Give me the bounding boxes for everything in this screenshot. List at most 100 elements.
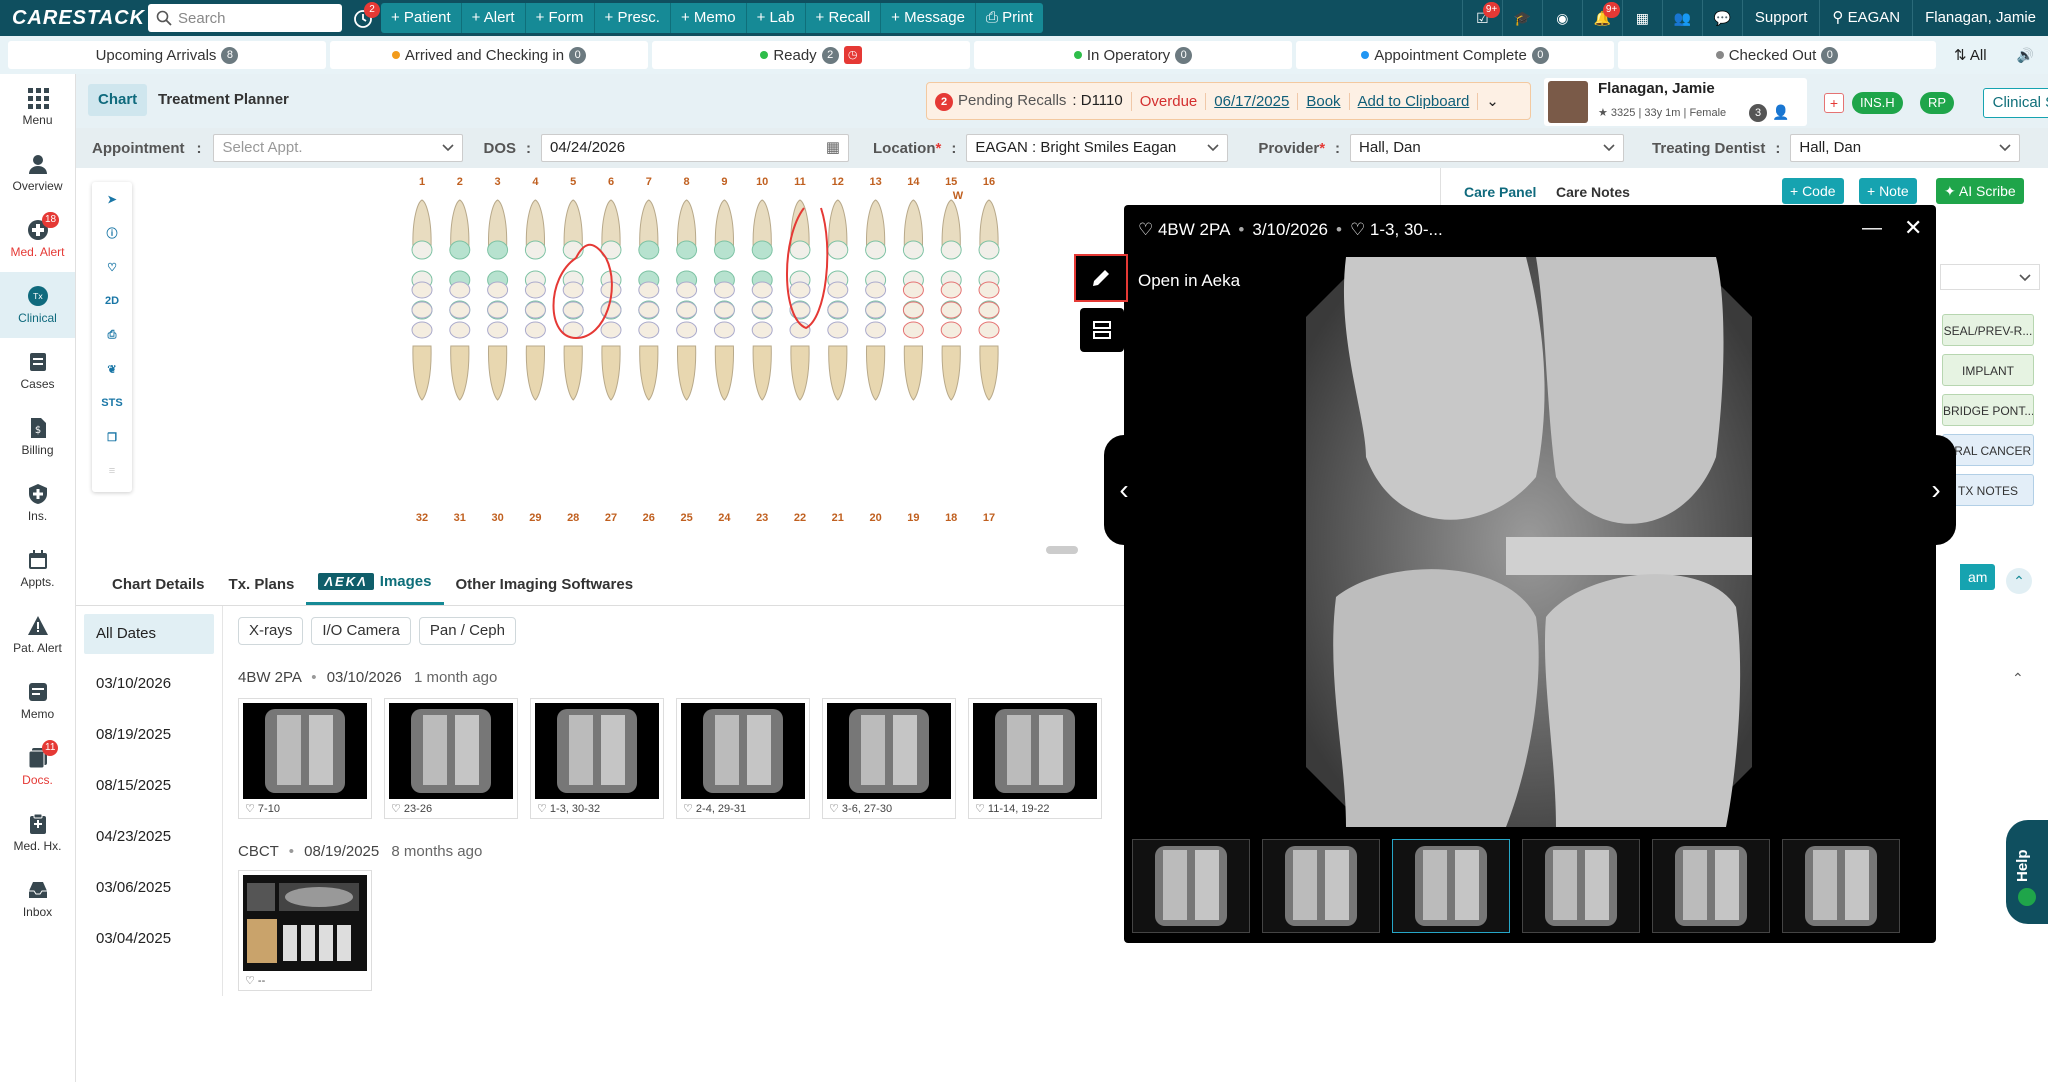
date-item[interactable]: 03/06/2025 (84, 862, 214, 913)
notifications-button[interactable]: 🔔 9+ (1581, 0, 1622, 36)
ai-scribe-button[interactable]: ✦ AI Scribe (1936, 178, 2024, 204)
lower-tooth[interactable] (940, 281, 962, 401)
status-checked-out[interactable]: Checked Out 0 (1618, 41, 1936, 69)
viewer-thumbnail[interactable] (1262, 839, 1380, 933)
viewer-thumbnail[interactable] (1652, 839, 1770, 933)
tab-care-panel[interactable]: Care Panel (1464, 184, 1536, 200)
viewer-thumbnail[interactable] (1782, 839, 1900, 933)
odontogram[interactable] (76, 168, 1124, 558)
education-button[interactable]: 🎓 (1501, 0, 1542, 36)
image-thumbnail[interactable]: ♡ 1-3, 30-32 (530, 698, 664, 819)
upper-tooth[interactable] (449, 199, 471, 320)
tab-treatment-planner[interactable]: Treatment Planner (148, 84, 299, 116)
lower-tooth[interactable] (562, 281, 584, 401)
sidebar-item-clinical[interactable]: Tx Clinical (0, 272, 75, 338)
sidebar-item-billing[interactable]: $ Billing (0, 404, 75, 470)
filter-xrays[interactable]: X-rays (238, 617, 304, 645)
tab-aeka-images[interactable]: ΛΕΚΛ Images (306, 557, 444, 605)
location-select[interactable]: EAGAN : Bright Smiles Eagan (966, 134, 1229, 162)
upper-tooth[interactable] (487, 199, 509, 320)
ins-badge[interactable]: INS.H (1852, 92, 1903, 114)
sidebar-item-overview[interactable]: Overview (0, 140, 75, 206)
dos-date-input[interactable]: 04/24/2026 ▦ (541, 134, 849, 162)
clinical-summary-button[interactable]: Clinical Summary (1983, 88, 2048, 118)
calendar-button[interactable]: ▦ (1621, 0, 1662, 36)
close-icon[interactable]: ✕ (1904, 215, 1922, 241)
upper-tooth[interactable] (524, 199, 546, 320)
upper-tooth[interactable] (902, 199, 924, 320)
upper-tooth[interactable] (865, 199, 887, 320)
add-alert-button[interactable]: + Alert (462, 3, 526, 33)
sidebar-item-med-alert[interactable]: 18 Med. Alert (0, 206, 75, 272)
viewer-thumbnail[interactable] (1522, 839, 1640, 933)
open-in-aeka-label[interactable]: Open in Aeka (1138, 271, 1240, 291)
upper-tooth[interactable] (940, 199, 962, 320)
lower-tooth[interactable] (902, 281, 924, 401)
lower-tooth[interactable] (676, 281, 698, 401)
date-item[interactable]: 03/04/2025 (84, 913, 214, 964)
next-image-button[interactable]: › (1916, 435, 1956, 545)
expand-recalls-button[interactable]: ⌄ (1478, 92, 1507, 110)
lower-tooth[interactable] (789, 281, 811, 401)
lower-tooth[interactable] (713, 281, 735, 401)
image-thumbnail[interactable]: ♡ 2-4, 29-31 (676, 698, 810, 819)
status-appointment-complete[interactable]: Appointment Complete 0 (1296, 41, 1614, 69)
add-memo-button[interactable]: + Memo (671, 3, 747, 33)
family-icon[interactable]: 👤 (1772, 104, 1789, 121)
add-message-button[interactable]: + Message (881, 3, 976, 33)
status-upcoming-arrivals[interactable]: Upcoming Arrivals 8 (8, 41, 326, 69)
viewer-thumbnail[interactable] (1132, 839, 1250, 933)
patient-card[interactable]: Flanagan, Jamie ★ 3325 | 33y 1m | Female… (1544, 78, 1807, 126)
image-thumbnail[interactable]: ♡ -- (238, 870, 372, 991)
care-dropdown[interactable] (1940, 264, 2040, 290)
add-note-button[interactable]: + Note (1859, 178, 1917, 204)
tasks-button[interactable]: ☑ 9+ (1461, 0, 1502, 36)
filter-io-camera[interactable]: I/O Camera (311, 617, 411, 645)
status-in-operatory[interactable]: In Operatory 0 (974, 41, 1292, 69)
help-button[interactable]: Help (2006, 820, 2048, 924)
add-prescription-button[interactable]: + Presc. (595, 3, 671, 33)
viewer-thumbnail[interactable] (1392, 839, 1510, 933)
care-item-implant[interactable]: IMPLANT (1942, 354, 2034, 386)
collapse-button[interactable]: ⌃ (2006, 568, 2032, 594)
sidebar-item-pat-alert[interactable]: Pat. Alert (0, 602, 75, 668)
add-lab-button[interactable]: + Lab (747, 3, 806, 33)
upper-tooth[interactable] (978, 199, 1000, 320)
date-item-all[interactable]: All Dates (84, 614, 214, 654)
volume-button[interactable]: 🔊 (2017, 47, 2034, 64)
upper-tooth[interactable] (638, 199, 660, 320)
history-button[interactable]: 2 (352, 2, 380, 30)
lower-tooth[interactable] (751, 281, 773, 401)
provider-select[interactable]: Hall, Dan (1350, 134, 1625, 162)
tab-other-imaging[interactable]: Other Imaging Softwares (444, 557, 646, 605)
upper-tooth[interactable] (751, 199, 773, 320)
recall-date-link[interactable]: 06/17/2025 (1214, 93, 1289, 110)
care-item-bridge[interactable]: BRIDGE PONT... (1942, 394, 2034, 426)
lower-tooth[interactable] (827, 281, 849, 401)
upper-tooth[interactable] (789, 199, 811, 320)
upper-tooth[interactable] (713, 199, 735, 320)
add-code-button[interactable]: + Code (1782, 178, 1844, 204)
lower-tooth[interactable] (411, 281, 433, 401)
sidebar-item-insurance[interactable]: Ins. (0, 470, 75, 536)
image-thumbnail[interactable]: ♡ 23-26 (384, 698, 518, 819)
print-button[interactable]: ⎙ Print (976, 3, 1043, 33)
care-item-seal[interactable]: SEAL/PREV-R... (1942, 314, 2034, 346)
tab-chart[interactable]: Chart (88, 84, 148, 116)
book-link[interactable]: Book (1306, 93, 1340, 110)
lower-tooth[interactable] (865, 281, 887, 401)
image-thumbnail[interactable]: ♡ 3-6, 27-30 (822, 698, 956, 819)
add-tag-button[interactable]: + (1824, 93, 1844, 113)
sidebar-item-inbox[interactable]: Inbox (0, 866, 75, 932)
date-item[interactable]: 08/15/2025 (84, 760, 214, 811)
layout-toggle-button[interactable] (1080, 308, 1124, 352)
support-link[interactable]: Support (1741, 0, 1820, 36)
cam-button[interactable]: am (1960, 564, 1996, 590)
sidebar-item-menu[interactable]: Menu (0, 74, 75, 140)
prev-image-button[interactable]: ‹ (1104, 435, 1144, 545)
add-patient-button[interactable]: + Patient (381, 3, 462, 33)
filter-pan-ceph[interactable]: Pan / Ceph (418, 617, 516, 645)
lower-tooth[interactable] (638, 281, 660, 401)
status-arrived[interactable]: Arrived and Checking in 0 (330, 41, 648, 69)
tab-tx-plans[interactable]: Tx. Plans (217, 557, 307, 605)
